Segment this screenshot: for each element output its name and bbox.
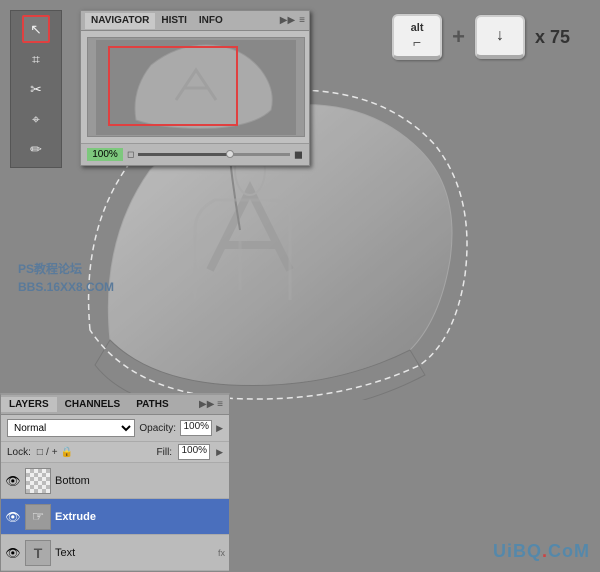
keyboard-shortcut: alt ⌐ + ↓ x 75 [392,14,570,60]
navigator-tabs: NAVIGATOR HISTI INFO ▶▶ ≡ [81,11,309,31]
zoom-in-icon[interactable]: ◼ [294,148,303,161]
blend-mode-select[interactable]: Normal [7,419,135,437]
eye-icon: 👁 [5,474,20,488]
layers-menu-icon[interactable]: ▶▶ ≡ [193,397,229,412]
tab-info[interactable]: INFO [193,13,229,28]
layer-visibility-text[interactable]: 👁 [5,545,21,561]
layers-tabs: LAYERS CHANNELS PATHS ▶▶ ≡ [1,395,229,415]
table-row[interactable]: 👁 Bottom [1,463,229,499]
layer-name-text: Text [55,547,214,559]
multiplier-text: x 75 [535,27,570,48]
opacity-arrow-icon[interactable]: ▶ [216,423,223,434]
navigator-content [81,31,309,143]
lock-all-icon[interactable]: 🔒 [61,447,73,458]
watermark-line1: PS教程论坛 [18,260,114,278]
fill-label: Fill: [157,447,173,458]
lock-label: Lock: [7,447,31,458]
arrow-down-symbol: ↓ [496,27,504,45]
zoom-slider[interactable] [138,153,289,156]
layers-list: 👁 Bottom 👁 ☞ Extrude 👁 [1,463,229,571]
layer-fx-label: fx [218,548,225,558]
nav-red-box [108,46,238,126]
tab-channels[interactable]: CHANNELS [57,397,129,412]
canvas-area: PS教程论坛 BBS.16XX8.COM ↖ ⌗ ✂ ⌖ ✏ NAVIGATOR… [0,0,600,572]
zoom-label: 100% [87,148,123,161]
navigator-footer: 100% ◻ ◼ [81,143,309,165]
opacity-value[interactable]: 100% [180,420,212,436]
paint-tool[interactable]: ✏ [22,135,50,163]
lock-position-icon[interactable]: + [52,447,58,458]
watermark-line2: BBS.16XX8.COM [18,278,114,296]
layer-thumb-extrude: ☞ [25,504,51,530]
eye-icon: 👁 [5,510,20,524]
fill-value[interactable]: 100% [178,444,210,460]
crop-tool[interactable]: ✂ [22,75,50,103]
eye-icon: 👁 [5,546,20,560]
layer-visibility-extrude[interactable]: 👁 [5,509,21,525]
lock-transparent-icon[interactable]: □ [37,447,43,458]
lock-pixels-icon[interactable]: / [46,447,49,458]
layer-thumb-text: T [25,540,51,566]
layer-thumb-bottom [25,468,51,494]
lasso-tool[interactable]: ⌗ [22,45,50,73]
alt-key: alt ⌐ [392,14,442,60]
layer-name-extrude: Extrude [55,511,225,523]
hand-cursor-icon: ☞ [26,505,50,529]
tab-navigator[interactable]: NAVIGATOR [85,13,155,29]
tab-layers[interactable]: LAYERS [1,397,57,412]
alt-text: alt [411,22,424,34]
nav-more-icon[interactable]: ▶▶ [280,15,295,26]
uibq-watermark: UiBQ.CoM [493,541,590,562]
plus-sign: + [452,24,465,50]
checker-pattern [26,469,50,493]
opacity-label: Opacity: [139,423,176,434]
move-tool[interactable]: ↖ [22,15,50,43]
navigator-panel: NAVIGATOR HISTI INFO ▶▶ ≡ [80,10,310,166]
table-row[interactable]: 👁 ☞ Extrude [1,499,229,535]
layers-panel: LAYERS CHANNELS PATHS ▶▶ ≡ Normal Opacit… [0,393,230,572]
heal-tool[interactable]: ⌖ [22,105,50,133]
text-type-icon: T [26,541,50,565]
layer-visibility-bottom[interactable]: 👁 [5,473,21,489]
uibq-text: UiBQ.CoM [493,541,590,561]
fill-arrow-icon[interactable]: ▶ [216,447,223,458]
lock-icons: □ / + 🔒 [37,447,73,458]
watermark: PS教程论坛 BBS.16XX8.COM [18,260,114,296]
zoom-out-icon[interactable]: ◻ [127,149,134,160]
table-row[interactable]: 👁 T Text fx [1,535,229,571]
arrow-down-key: ↓ [475,15,525,59]
nav-menu-icon[interactable]: ≡ [299,15,305,26]
toolbar: ↖ ⌗ ✂ ⌖ ✏ [10,10,62,168]
tab-histi[interactable]: HISTI [155,13,193,28]
layer-name-bottom: Bottom [55,475,225,487]
tab-paths[interactable]: PATHS [128,397,176,412]
layers-lock-row: Lock: □ / + 🔒 Fill: 100% ▶ [1,442,229,463]
layers-blend-row: Normal Opacity: 100% ▶ [1,415,229,442]
nav-preview [87,37,305,137]
alt-symbol: ⌐ [413,34,421,50]
